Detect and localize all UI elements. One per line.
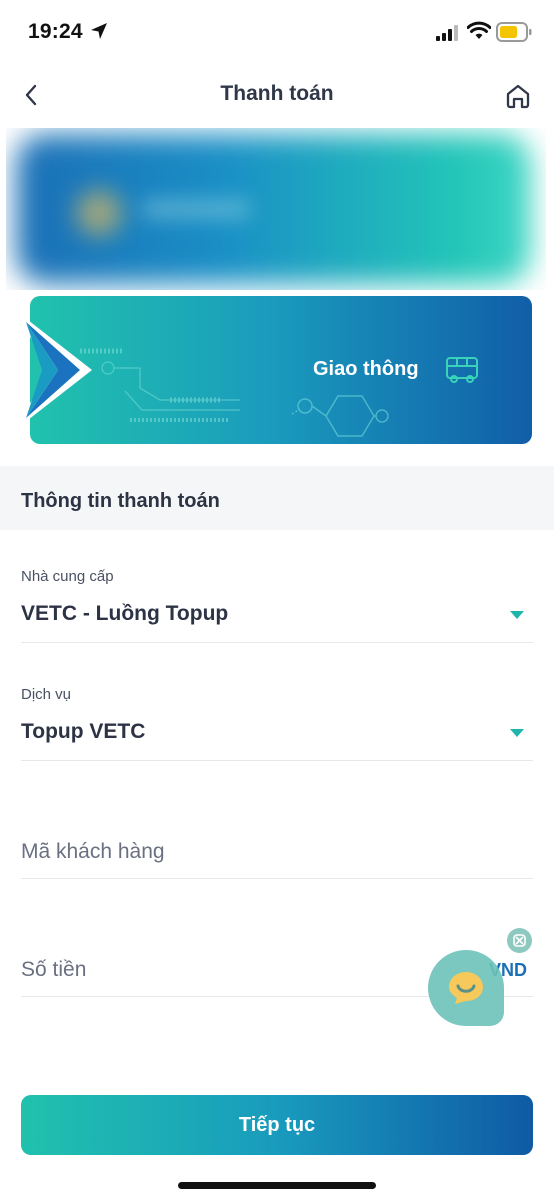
- section-title: Thông tin thanh toán: [21, 490, 220, 512]
- service-value: Topup VETC: [21, 720, 146, 743]
- category-label: Giao thông: [313, 358, 419, 380]
- section-header: Thông tin thanh toán: [0, 466, 554, 530]
- location-arrow-icon: [91, 23, 107, 39]
- home-icon: [506, 84, 530, 109]
- status-bar: 19:24: [0, 0, 554, 66]
- dropdown-arrow-icon: [510, 611, 524, 619]
- provider-select[interactable]: Nhà cung cấp VETC - Luồng Topup: [21, 564, 533, 643]
- signal-icon: [436, 25, 458, 41]
- wifi-icon: [467, 21, 491, 39]
- promo-banner-text: [141, 200, 251, 218]
- home-button[interactable]: [500, 78, 536, 114]
- chevron-decoration: [10, 306, 92, 434]
- nav-bar: Thanh toán: [0, 66, 554, 126]
- continue-label: Tiếp tục: [238, 1113, 316, 1136]
- home-indicator: [178, 1182, 376, 1189]
- continue-button[interactable]: Tiếp tục: [21, 1095, 533, 1155]
- service-select[interactable]: Dịch vụ Topup VETC: [21, 682, 533, 761]
- promo-banner-logo: [76, 190, 122, 236]
- chat-smile-icon: [449, 972, 483, 1004]
- customer-code-placeholder: Mã khách hàng: [21, 840, 165, 863]
- bus-icon: [446, 357, 478, 383]
- battery-icon: [496, 22, 532, 42]
- service-label: Dịch vụ: [21, 686, 72, 703]
- chat-close-button[interactable]: [507, 928, 532, 953]
- provider-label: Nhà cung cấp: [21, 568, 114, 585]
- customer-code-field[interactable]: Mã khách hàng: [21, 800, 533, 879]
- status-time: 19:24: [28, 20, 83, 43]
- close-icon: [513, 934, 526, 947]
- promo-banner[interactable]: [6, 128, 546, 290]
- page-title: Thanh toán: [220, 82, 334, 105]
- dropdown-arrow-icon: [510, 729, 524, 737]
- amount-placeholder: Số tiền: [21, 958, 87, 981]
- provider-value: VETC - Luồng Topup: [21, 602, 229, 625]
